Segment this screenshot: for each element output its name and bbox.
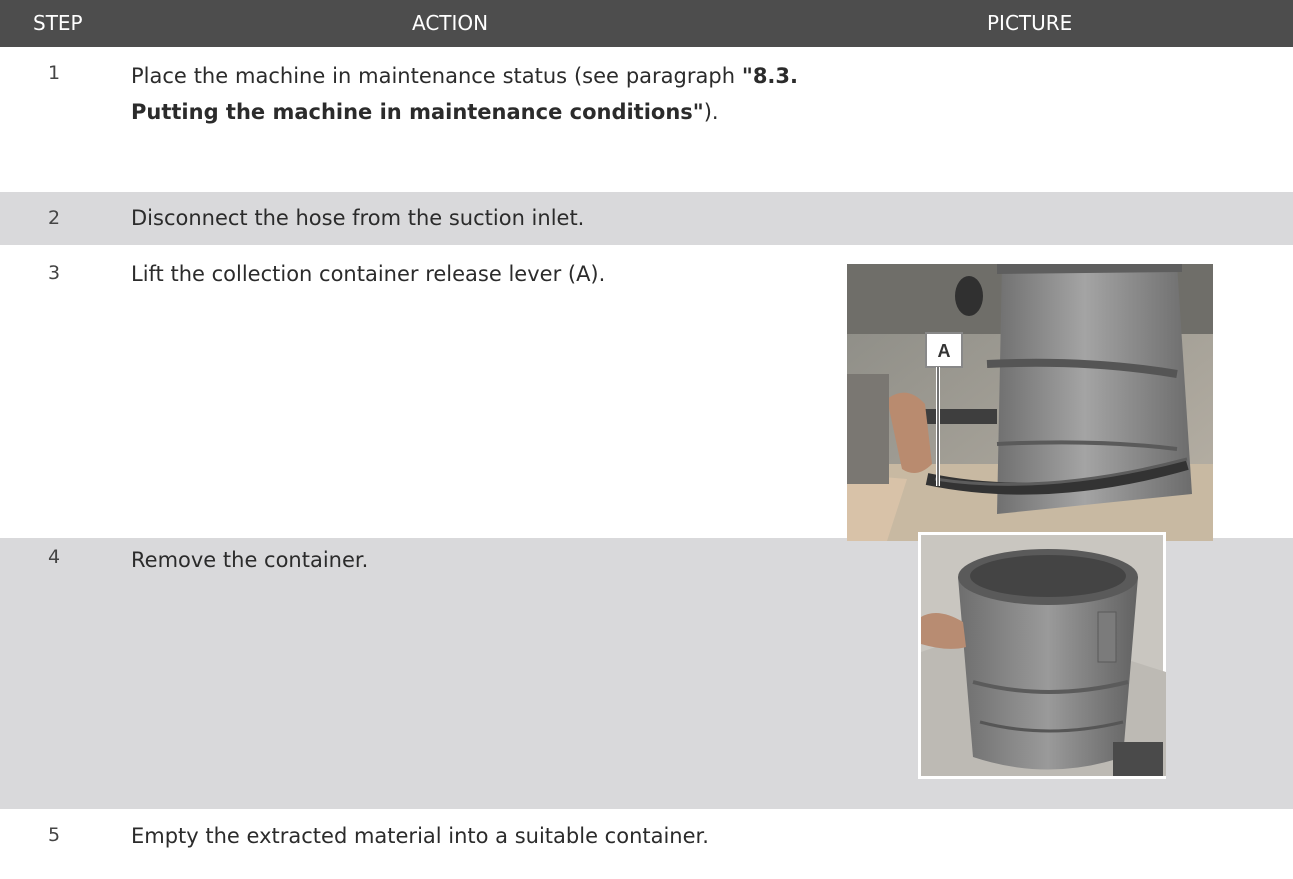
step-number: 1	[48, 62, 61, 84]
remove-container-photo	[918, 532, 1166, 779]
table-row-step-5: 5 Empty the extracted material into a su…	[0, 812, 1293, 879]
step-number: 4	[48, 546, 61, 568]
step-action: Disconnect the hose from the suction inl…	[131, 206, 585, 230]
step-number: 5	[48, 824, 61, 846]
step-action: Empty the extracted material into a suit…	[131, 824, 709, 848]
table-row-step-1: 1 Place the machine in maintenance statu…	[0, 47, 1293, 189]
action-text-suffix: ).	[703, 100, 719, 124]
table-row-step-2: 2 Disconnect the hose from the suction i…	[0, 192, 1293, 245]
header-picture: PICTURE	[987, 11, 1073, 35]
table-header: STEP ACTION PICTURE	[0, 0, 1293, 47]
callout-a-label: A	[938, 341, 951, 361]
step-number: 3	[48, 262, 61, 284]
header-action: ACTION	[412, 11, 489, 35]
action-text-prefix: Place the machine in maintenance status …	[131, 64, 742, 88]
step-action: Place the machine in maintenance status …	[131, 58, 798, 130]
header-step: STEP	[33, 11, 83, 35]
step-number: 2	[48, 207, 61, 229]
step-action: Remove the container.	[131, 548, 369, 572]
release-lever-photo: A	[847, 264, 1213, 541]
step-action: Lift the collection container release le…	[131, 262, 606, 286]
